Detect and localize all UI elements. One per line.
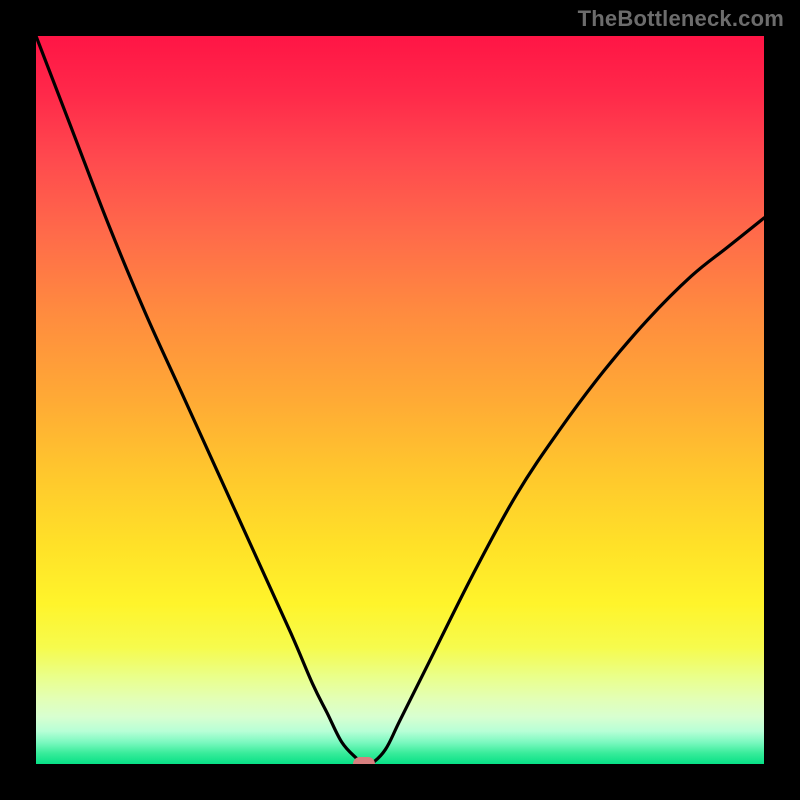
bottleneck-curve [36, 36, 764, 764]
chart-frame: TheBottleneck.com [0, 0, 800, 800]
plot-area [36, 36, 764, 764]
optimum-marker [353, 757, 375, 764]
watermark-text: TheBottleneck.com [578, 6, 784, 32]
